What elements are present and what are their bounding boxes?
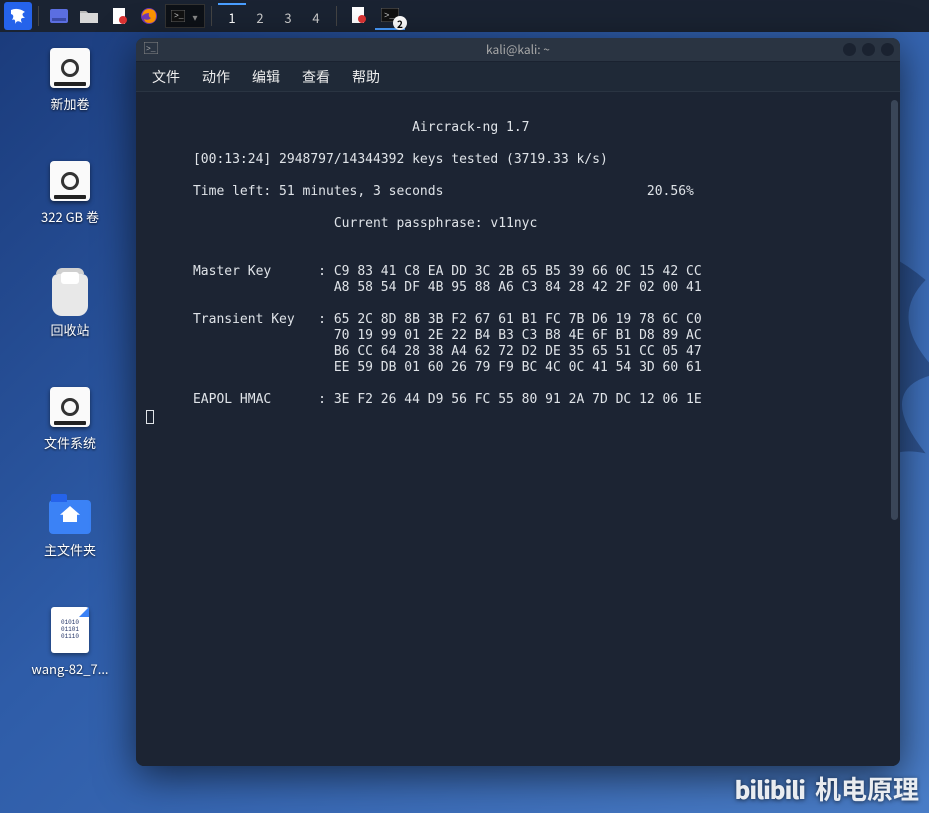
channel-name: 机电原理: [815, 770, 919, 807]
panel-separator: [211, 6, 212, 26]
terminal-icon: >_: [171, 10, 185, 22]
desktop-icon-home[interactable]: 主文件夹: [20, 500, 120, 559]
notes-icon: [111, 7, 127, 25]
cherrytree-button[interactable]: [105, 2, 133, 30]
desktop: 新加卷 322 GB 卷回收站文件系统主文件夹 010100110101110wan…: [0, 42, 120, 726]
brand-logo: bilibili: [735, 771, 805, 806]
menu-查看[interactable]: 查看: [294, 63, 338, 91]
close-button[interactable]: [881, 43, 894, 56]
icon-label: 新加卷: [20, 94, 120, 113]
desktop-icon-drive[interactable]: 新加卷: [20, 48, 120, 113]
workspace-1[interactable]: 1: [218, 3, 246, 29]
desktop-icon-trash[interactable]: 回收站: [20, 274, 120, 339]
desktop-icon-drive[interactable]: 322 GB 卷: [20, 161, 120, 226]
icon-label: 回收站: [20, 320, 120, 339]
icon-label: wang-82_7...: [20, 659, 120, 678]
menu-文件[interactable]: 文件: [144, 63, 188, 91]
minimize-button[interactable]: [843, 43, 856, 56]
firefox-icon: [140, 7, 158, 25]
terminal-launcher[interactable]: >_ ▾: [165, 4, 205, 28]
menu-动作[interactable]: 动作: [194, 63, 238, 91]
icon-label: 322 GB 卷: [20, 207, 120, 226]
terminal-cursor: [146, 410, 154, 424]
terminal-window: >_ kali@kali: ~ 文件动作编辑查看帮助 Aircrack-ng 1…: [136, 38, 900, 766]
terminal-icon: >_: [144, 41, 160, 58]
terminal-output[interactable]: Aircrack-ng 1.7 [00:13:24] 2948797/14344…: [136, 92, 900, 766]
icon-label: 文件系统: [20, 433, 120, 452]
window-titlebar[interactable]: >_ kali@kali: ~: [136, 38, 900, 62]
scrollbar-thumb[interactable]: [891, 100, 898, 520]
icon-label: 主文件夹: [20, 540, 120, 559]
workspace-3[interactable]: 3: [274, 3, 302, 29]
notes-icon: [350, 6, 366, 24]
menu-帮助[interactable]: 帮助: [344, 63, 388, 91]
folder-icon: [79, 8, 99, 24]
svg-text:>_: >_: [174, 12, 184, 21]
menu-bar: 文件动作编辑查看帮助: [136, 62, 900, 92]
firefox-button[interactable]: [135, 2, 163, 30]
show-desktop-button[interactable]: [45, 2, 73, 30]
window-title: kali@kali: ~: [136, 41, 900, 58]
kali-menu-button[interactable]: [4, 2, 32, 30]
task-count-badge: 2: [393, 16, 407, 30]
watermark: bilibili 机电原理: [735, 770, 919, 807]
chevron-down-icon[interactable]: ▾: [188, 9, 202, 24]
scrollbar[interactable]: [890, 96, 898, 762]
panel-separator: [336, 6, 337, 26]
svg-text:>_: >_: [146, 45, 156, 54]
maximize-button[interactable]: [862, 43, 875, 56]
file-manager-button[interactable]: [75, 2, 103, 30]
task-terminal[interactable]: >_ 2: [375, 2, 405, 30]
task-cherrytree[interactable]: [343, 2, 373, 30]
workspace-4[interactable]: 4: [302, 3, 330, 29]
workspace-switcher: 1234: [218, 3, 330, 29]
desktop-icon: [50, 9, 68, 23]
top-panel: >_ ▾ 1234 >_ 2: [0, 0, 929, 32]
kali-dragon-icon: [8, 6, 28, 26]
workspace-2[interactable]: 2: [246, 3, 274, 29]
desktop-icon-drive[interactable]: 文件系统: [20, 387, 120, 452]
desktop-icon-text[interactable]: 010100110101110wang-82_7...: [20, 607, 120, 678]
panel-separator: [38, 6, 39, 26]
menu-编辑[interactable]: 编辑: [244, 63, 288, 91]
